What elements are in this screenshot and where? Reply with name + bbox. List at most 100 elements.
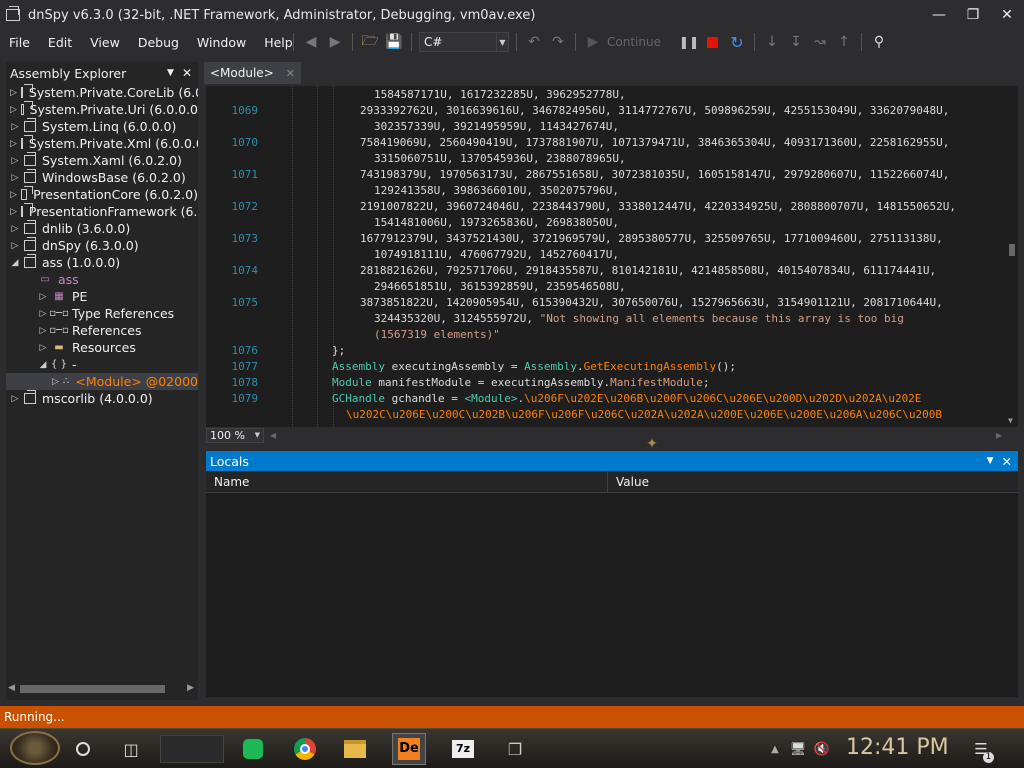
tree-item[interactable]: ◢{ } - bbox=[6, 356, 198, 373]
expand-icon[interactable]: ▷ bbox=[10, 173, 20, 183]
tree-item[interactable]: ▷ ▫─▫ References bbox=[6, 322, 198, 339]
panel-menu-icon[interactable]: ▼ bbox=[167, 66, 174, 80]
tree-item[interactable]: ▷ System.Private.CoreLib (6.0 bbox=[6, 84, 198, 101]
tree-item[interactable]: ▷ PresentationCore (6.0.2.0) bbox=[6, 186, 198, 203]
menu-view[interactable]: View bbox=[81, 35, 129, 50]
tree-item[interactable]: ▷ System.Private.Uri (6.0.0.0 bbox=[6, 101, 198, 118]
scroll-left-icon[interactable]: ◀ bbox=[8, 683, 15, 693]
scroll-left-icon[interactable]: ◀ bbox=[270, 431, 276, 440]
spotify-icon[interactable] bbox=[236, 733, 270, 765]
scroll-down-icon[interactable]: ▼ bbox=[1008, 416, 1013, 425]
save-icon[interactable]: 💾 bbox=[384, 32, 404, 52]
zoom-select[interactable]: 100 % ▼ bbox=[206, 427, 264, 443]
step-up-icon[interactable]: ↑ bbox=[834, 32, 854, 52]
search-icon[interactable]: ⚲ bbox=[869, 32, 889, 52]
assembly-tree[interactable]: ▷ System.Private.CoreLib (6.0 ▷ System.Priv… bbox=[6, 84, 198, 694]
cortana-icon[interactable] bbox=[70, 733, 96, 765]
expand-icon[interactable]: ▷ bbox=[10, 139, 17, 149]
tree-item[interactable]: ▷ System.Xaml (6.0.2.0) bbox=[6, 152, 198, 169]
tree-item[interactable]: ▷ ▬ Resources bbox=[6, 339, 198, 356]
expand-icon[interactable]: ▷ bbox=[10, 394, 20, 404]
close-icon[interactable]: ✕ bbox=[990, 0, 1024, 30]
chrome-icon[interactable] bbox=[288, 733, 322, 765]
taskbar-clock[interactable]: 12:41 PM bbox=[846, 735, 949, 760]
tree-item[interactable]: ▭ ass bbox=[6, 271, 198, 288]
tree-item[interactable]: ▷ dnSpy (6.3.0.0) bbox=[6, 237, 198, 254]
collapse-icon[interactable]: ◢ bbox=[38, 360, 48, 370]
scrollbar-thumb[interactable] bbox=[1009, 244, 1015, 256]
continue-icon[interactable]: ▶ bbox=[583, 32, 603, 52]
stop-icon[interactable] bbox=[703, 32, 723, 52]
expand-icon[interactable]: ▷ bbox=[38, 343, 48, 353]
language-select[interactable]: C# ▼ bbox=[419, 32, 509, 52]
expand-icon[interactable]: ▷ bbox=[52, 377, 59, 387]
column-header-name[interactable]: Name bbox=[206, 470, 608, 493]
step-out-icon[interactable]: ↝ bbox=[810, 32, 830, 52]
taskbar-search[interactable] bbox=[160, 735, 224, 763]
file-explorer-icon[interactable] bbox=[338, 733, 372, 765]
7zip-icon[interactable]: 7z bbox=[446, 733, 480, 765]
tree-item[interactable]: ▷ WindowsBase (6.0.2.0) bbox=[6, 169, 198, 186]
tree-item[interactable]: ▷ PresentationFramework (6.0 bbox=[6, 203, 198, 220]
menu-file[interactable]: File bbox=[0, 35, 39, 50]
expand-icon[interactable]: ▷ bbox=[38, 309, 48, 319]
tree-item[interactable]: ◢ ass (1.0.0.0) bbox=[6, 254, 198, 271]
expand-icon[interactable]: ▷ bbox=[10, 190, 17, 200]
tree-item[interactable]: ▷ System.Private.Xml (6.0.0.0 bbox=[6, 135, 198, 152]
show-hidden-icons-icon[interactable]: ▲ bbox=[768, 733, 782, 765]
expand-icon[interactable]: ▷ bbox=[38, 292, 48, 302]
tree-item[interactable]: ▷ ▫─▫ Type References bbox=[6, 305, 198, 322]
vertical-scrollbar[interactable]: ▼ bbox=[1006, 86, 1018, 427]
open-folder-icon[interactable]: 🗁 bbox=[360, 32, 380, 52]
tree-item[interactable]: ▷ dnlib (3.6.0.0) bbox=[6, 220, 198, 237]
undo-icon[interactable]: ↶ bbox=[524, 32, 544, 52]
redo-icon[interactable]: ↷ bbox=[548, 32, 568, 52]
locals-body[interactable] bbox=[206, 493, 1018, 697]
close-icon[interactable]: ✕ bbox=[286, 67, 295, 80]
expand-icon[interactable]: ▷ bbox=[10, 88, 17, 98]
expand-icon[interactable]: ▷ bbox=[10, 224, 20, 234]
menu-debug[interactable]: Debug bbox=[129, 35, 188, 50]
expand-icon[interactable]: ▷ bbox=[10, 122, 20, 132]
close-icon[interactable]: ✕ bbox=[182, 66, 192, 80]
code-editor[interactable]: 1584587171U, 1617232285U, 3962952778U, 10… bbox=[206, 86, 1018, 427]
volume-muted-icon[interactable]: 🔇 bbox=[812, 733, 832, 765]
tree-item[interactable]: ▷ mscorlib (4.0.0.0) bbox=[6, 390, 198, 407]
step-into-icon[interactable]: ↓ bbox=[762, 32, 782, 52]
restart-icon[interactable]: ↻ bbox=[727, 32, 747, 52]
expand-icon[interactable]: ▷ bbox=[10, 156, 20, 166]
scroll-right-icon[interactable]: ▶ bbox=[187, 683, 194, 693]
expand-icon[interactable]: ▷ bbox=[10, 241, 20, 251]
tab-module[interactable]: <Module> ✕ bbox=[204, 62, 301, 84]
expand-icon[interactable]: ▷ bbox=[10, 105, 17, 115]
dnspy-icon[interactable]: De bbox=[392, 733, 426, 765]
toolbar-separator bbox=[575, 33, 576, 51]
notification-icon[interactable]: ☰ 1 bbox=[968, 733, 994, 765]
collapse-icon[interactable]: ◢ bbox=[10, 258, 20, 268]
expand-icon[interactable]: ▷ bbox=[38, 326, 48, 336]
column-header-value[interactable]: Value bbox=[608, 471, 649, 493]
continue-button[interactable]: Continue bbox=[607, 35, 661, 49]
start-button[interactable] bbox=[10, 731, 60, 765]
vm-icon[interactable]: ❐ bbox=[498, 733, 532, 765]
task-view-icon[interactable]: ◫ bbox=[116, 733, 146, 765]
expand-icon[interactable]: ▷ bbox=[10, 207, 17, 217]
navigate-forward-icon[interactable]: ▶ bbox=[325, 32, 345, 52]
scrollbar-thumb[interactable] bbox=[20, 685, 165, 693]
pause-icon[interactable]: ❚❚ bbox=[679, 32, 699, 52]
horizontal-scrollbar[interactable]: ◀ ▶ bbox=[6, 682, 198, 696]
tree-item[interactable]: ▷ ∴ <Module> @02000 bbox=[6, 373, 198, 390]
tree-item[interactable]: ▷ System.Linq (6.0.0.0) bbox=[6, 118, 198, 135]
network-icon[interactable]: 🖥 bbox=[788, 733, 808, 765]
step-over-icon[interactable]: ↧ bbox=[786, 32, 806, 52]
tree-item[interactable]: ▷ ▦ PE bbox=[6, 288, 198, 305]
menu-window[interactable]: Window bbox=[188, 35, 255, 50]
close-icon[interactable]: ✕ bbox=[1002, 454, 1012, 469]
scroll-right-icon[interactable]: ▶ bbox=[996, 431, 1002, 440]
panel-menu-icon[interactable]: ▼ bbox=[987, 454, 994, 469]
restore-icon[interactable]: ❐ bbox=[956, 0, 990, 30]
assembly-icon bbox=[24, 152, 36, 166]
minimize-icon[interactable]: — bbox=[922, 0, 956, 30]
navigate-back-icon[interactable]: ◀ bbox=[301, 32, 321, 52]
menu-edit[interactable]: Edit bbox=[39, 35, 81, 50]
